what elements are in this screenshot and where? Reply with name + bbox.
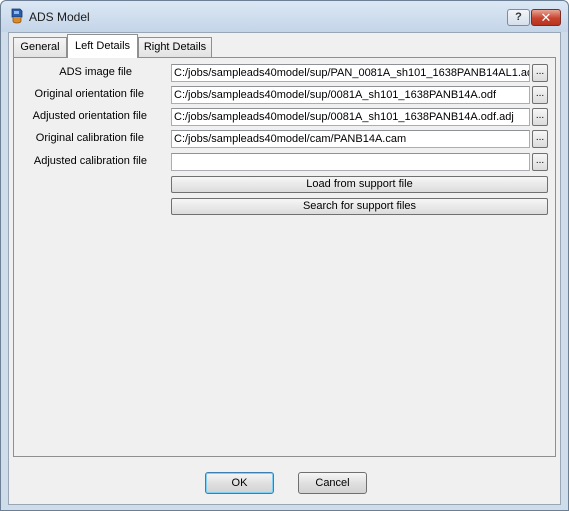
close-button[interactable]: ✕ (531, 9, 561, 26)
adjusted-orientation-file-label: Adjusted orientation file (32, 110, 147, 122)
tab-left-details[interactable]: Left Details (67, 34, 138, 58)
search-for-support-files-button[interactable]: Search for support files (171, 198, 548, 215)
app-icon (11, 8, 23, 24)
original-calibration-file-label: Original calibration file (35, 132, 144, 144)
ads-image-file-label: ADS image file (59, 66, 132, 78)
original-orientation-file-label: Original orientation file (34, 88, 144, 100)
tab-general[interactable]: General (13, 37, 67, 57)
adjusted-calibration-file-label: Adjusted calibration file (33, 155, 147, 167)
original-calibration-file-field[interactable]: C:/jobs/sampleads40model/cam/PANB14A.cam (171, 130, 530, 148)
load-from-support-file-button[interactable]: Load from support file (171, 176, 548, 193)
adjusted-calibration-browse-button[interactable]: ... (532, 153, 548, 171)
dialog-client-area: General Left Details Right Details ADS i… (8, 32, 561, 505)
adjusted-calibration-file-field[interactable] (171, 153, 530, 171)
cancel-button[interactable]: Cancel (298, 472, 367, 494)
original-calibration-browse-button[interactable]: ... (532, 130, 548, 148)
help-button[interactable]: ? (507, 9, 530, 26)
adjusted-orientation-file-field[interactable]: C:/jobs/sampleads40model/sup/0081A_sh101… (171, 108, 530, 126)
ads-image-file-field[interactable]: C:/jobs/sampleads40model/sup/PAN_0081A_s… (171, 64, 530, 82)
title-bar[interactable]: ADS Model ? ✕ (1, 1, 568, 32)
tab-right-details[interactable]: Right Details (138, 37, 212, 57)
window-title: ADS Model (29, 10, 90, 24)
left-details-panel: ADS image file C:/jobs/sampleads40model/… (13, 57, 556, 457)
ads-model-dialog: ADS Model ? ✕ General Left Details Right… (0, 0, 569, 511)
original-orientation-file-field[interactable]: C:/jobs/sampleads40model/sup/0081A_sh101… (171, 86, 530, 104)
ads-image-browse-button[interactable]: ... (532, 64, 548, 82)
original-orientation-browse-button[interactable]: ... (532, 86, 548, 104)
ok-button[interactable]: OK (205, 472, 274, 494)
adjusted-orientation-browse-button[interactable]: ... (532, 108, 548, 126)
